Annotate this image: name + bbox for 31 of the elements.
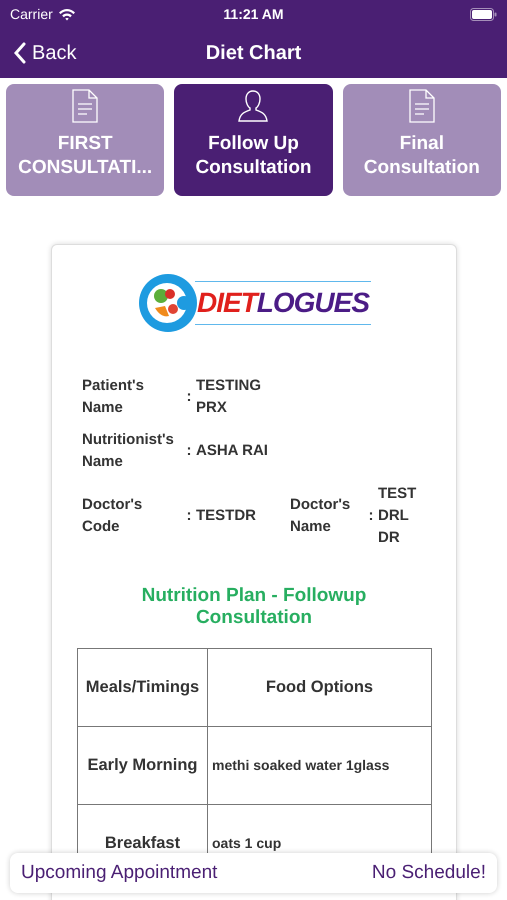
wifi-icon [58, 8, 76, 20]
field-label: Doctor's Code [82, 495, 144, 537]
document-icon [408, 89, 435, 123]
colon-separator: : [368, 506, 374, 526]
field-value: TESTDR [196, 506, 257, 526]
logo-text: DIET [196, 282, 257, 324]
plate-icon [136, 272, 199, 334]
logo-text: LOGUES [256, 286, 369, 320]
plan-title: Nutrition Plan - Followup Consultation [140, 585, 368, 629]
table-cell: Early Morning [78, 726, 208, 804]
battery-icon [470, 8, 497, 20]
field-value: TESTING PRX [196, 376, 262, 418]
column-header: Meals/Timings [78, 648, 208, 726]
screen-title: Diet Chart [206, 41, 302, 66]
chevron-left-icon [14, 42, 26, 64]
back-button[interactable]: Back [14, 38, 76, 68]
clock-label: 11:21 AM [223, 4, 284, 24]
person-icon [238, 89, 268, 123]
carrier-label: Carrier [10, 4, 53, 24]
field-label: Nutritionist's Name [82, 430, 175, 472]
field-value: ASHA RAI [196, 441, 269, 461]
field-value: TEST DRL DR [378, 484, 418, 548]
colon-separator: : [186, 506, 192, 526]
colon-separator: : [186, 441, 192, 461]
tab[interactable]: Follow Up Consultation [174, 84, 333, 196]
column-header: Food Options [208, 648, 432, 726]
field-label: Patient's Name [82, 376, 145, 418]
colon-separator: : [186, 387, 192, 407]
document-icon [72, 89, 98, 123]
field-label: Doctor's Name [290, 495, 352, 537]
table-cell: methi soaked water 1glass [208, 726, 432, 804]
